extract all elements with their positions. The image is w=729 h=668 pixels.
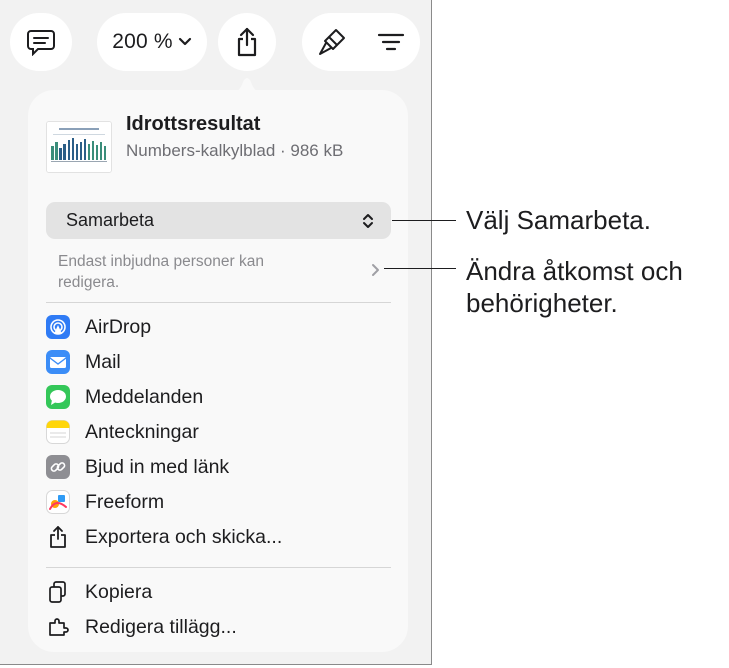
mail-icon	[46, 350, 70, 374]
chevron-right-icon[interactable]	[371, 263, 381, 277]
document-thumbnail	[46, 121, 112, 173]
organize-icon[interactable]	[376, 30, 406, 54]
share-item-label: Exportera och skicka...	[85, 525, 283, 548]
action-edit-extensions[interactable]: Redigera tillägg...	[46, 612, 237, 642]
share-item-label: Anteckningar	[85, 420, 199, 443]
callout-line-access	[384, 268, 456, 269]
callout-line-collaborate	[392, 220, 456, 221]
paintbrush-icon[interactable]	[317, 27, 347, 57]
document-title: Idrottsresultat	[126, 113, 261, 135]
action-copy[interactable]: Kopiera	[46, 577, 152, 607]
link-icon	[46, 455, 70, 479]
share-item-label: Mail	[85, 350, 121, 373]
document-subtitle: Numbers-kalkylblad · 986 kB	[126, 141, 344, 160]
divider	[46, 302, 391, 303]
share-item-label: AirDrop	[85, 315, 152, 338]
zoom-menu-button[interactable]: 200 %	[97, 13, 207, 71]
share-item-notes[interactable]: Anteckningar	[46, 417, 199, 447]
share-screen: 200 % Idrottsresultat Numbers-kalkylblad…	[0, 0, 432, 665]
collaboration-select[interactable]: Samarbeta	[46, 202, 391, 239]
copy-icon	[46, 580, 70, 604]
callout-choose-collaborate: Välj Samarbeta.	[466, 205, 651, 235]
share-item-label: Bjud in med länk	[85, 455, 230, 478]
comment-icon	[27, 30, 55, 56]
share-item-export[interactable]: Exportera och skicka...	[46, 522, 282, 552]
chevron-down-icon	[178, 37, 191, 46]
share-item-mail[interactable]: Mail	[46, 347, 121, 377]
export-icon	[46, 525, 70, 549]
callout-change-access: Ändra åtkomst och behörigheter.	[466, 255, 683, 319]
share-item-airdrop[interactable]: AirDrop	[46, 312, 151, 342]
share-item-label: Meddelanden	[85, 385, 204, 408]
share-button[interactable]	[218, 13, 276, 71]
extensions-icon	[46, 615, 70, 639]
access-text-line2: redigera.	[58, 274, 120, 291]
airdrop-icon	[46, 315, 70, 339]
collaboration-select-value: Samarbeta	[66, 210, 155, 230]
action-label: Redigera tillägg...	[85, 615, 237, 638]
notes-icon	[46, 420, 70, 444]
freeform-icon	[46, 490, 70, 514]
access-text-line1: Endast inbjudna personer kan	[58, 253, 264, 270]
callout-change-access-line1: Ändra åtkomst och	[466, 256, 683, 286]
divider	[46, 567, 391, 568]
messages-icon	[46, 385, 70, 409]
format-toolbar-group	[302, 13, 420, 71]
share-item-label: Freeform	[85, 490, 165, 513]
callout-change-access-line2: behörigheter.	[466, 288, 618, 318]
access-permissions-link[interactable]: Endast inbjudna personer kan redigera.	[58, 251, 378, 293]
share-icon	[237, 27, 257, 57]
share-item-freeform[interactable]: Freeform	[46, 487, 164, 517]
zoom-level: 200 %	[112, 30, 173, 53]
chevron-up-down-icon	[363, 214, 373, 228]
share-item-invite-link[interactable]: Bjud in med länk	[46, 452, 229, 482]
action-label: Kopiera	[85, 580, 153, 603]
share-item-messages[interactable]: Meddelanden	[46, 382, 203, 412]
comment-button[interactable]	[10, 13, 72, 71]
